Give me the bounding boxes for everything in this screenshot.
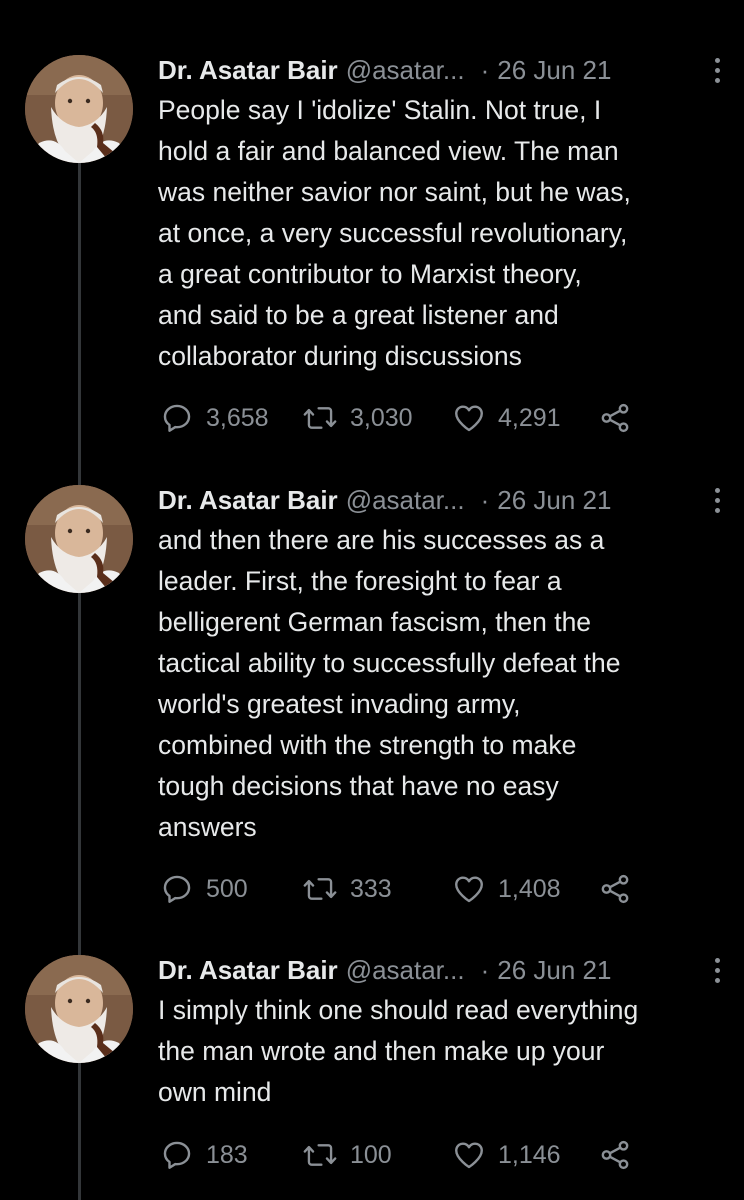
like-icon xyxy=(455,876,483,903)
avatar[interactable] xyxy=(25,55,133,163)
tweet-thread: Dr. Asatar Bair @asatar... · 26 Jun 21 P… xyxy=(0,0,744,1200)
like-button[interactable]: 1,146 xyxy=(452,1135,561,1175)
reply-count: 3,658 xyxy=(206,403,269,432)
author-name[interactable]: Dr. Asatar Bair xyxy=(158,55,338,86)
more-options-icon[interactable] xyxy=(706,955,728,985)
tweet-actions: 500 333 1,408 xyxy=(158,869,638,909)
tweet-text: People say I 'idolize' Stalin. Not true,… xyxy=(158,95,631,371)
share-icon xyxy=(601,874,629,904)
avatar[interactable] xyxy=(25,485,133,593)
separator-dot: · xyxy=(480,54,490,85)
tweet-header: Dr. Asatar Bair @asatar... · 26 Jun 21 xyxy=(158,952,728,988)
like-count: 4,291 xyxy=(498,403,561,432)
share-button[interactable] xyxy=(598,398,632,438)
reply-button[interactable]: 183 xyxy=(160,1135,248,1175)
tweet-date[interactable]: 26 Jun 21 xyxy=(497,485,611,516)
like-icon xyxy=(455,405,483,432)
tweet-text: and then there are his successes as a le… xyxy=(158,525,621,842)
reply-button[interactable]: 3,658 xyxy=(160,398,269,438)
tweet-header: Dr. Asatar Bair @asatar... · 26 Jun 21 xyxy=(158,52,728,88)
like-count: 1,408 xyxy=(498,874,561,903)
tweet-text: I simply think one should read everythin… xyxy=(158,995,639,1107)
retweet-button[interactable]: 100 xyxy=(302,1135,392,1175)
like-button[interactable]: 1,408 xyxy=(452,869,561,909)
like-count: 1,146 xyxy=(498,1140,561,1169)
retweet-count: 3,030 xyxy=(350,403,413,432)
tweet-date[interactable]: 26 Jun 21 xyxy=(497,55,611,86)
tweet[interactable]: Dr. Asatar Bair @asatar... · 26 Jun 21 a… xyxy=(0,470,744,930)
author-name[interactable]: Dr. Asatar Bair xyxy=(158,485,338,516)
author-handle[interactable]: @asatar... xyxy=(346,485,465,516)
tweet[interactable]: Dr. Asatar Bair @asatar... · 26 Jun 21 I… xyxy=(0,940,744,1200)
retweet-button[interactable]: 3,030 xyxy=(302,398,413,438)
tweet[interactable]: Dr. Asatar Bair @asatar... · 26 Jun 21 P… xyxy=(0,40,744,460)
avatar[interactable] xyxy=(25,955,133,1063)
share-button[interactable] xyxy=(598,869,632,909)
separator-dot: · xyxy=(480,954,490,985)
tweet-actions: 3,658 3,030 4,291 xyxy=(158,398,638,438)
author-name[interactable]: Dr. Asatar Bair xyxy=(158,955,338,986)
share-button[interactable] xyxy=(598,1135,632,1175)
retweet-count: 333 xyxy=(350,874,392,903)
more-options-icon[interactable] xyxy=(706,55,728,85)
reply-count: 183 xyxy=(206,1140,248,1169)
reply-icon xyxy=(163,875,191,903)
retweet-count: 100 xyxy=(350,1140,392,1169)
separator-dot: · xyxy=(480,484,490,515)
more-options-icon[interactable] xyxy=(706,485,728,515)
reply-button[interactable]: 500 xyxy=(160,869,248,909)
tweet-actions: 183 100 1,146 xyxy=(158,1135,638,1175)
share-icon xyxy=(601,1140,629,1170)
retweet-button[interactable]: 333 xyxy=(302,869,392,909)
author-handle[interactable]: @asatar... xyxy=(346,955,465,986)
reply-count: 500 xyxy=(206,874,248,903)
like-icon xyxy=(455,1142,483,1169)
tweet-header: Dr. Asatar Bair @asatar... · 26 Jun 21 xyxy=(158,482,728,518)
like-button[interactable]: 4,291 xyxy=(452,398,561,438)
reply-icon xyxy=(163,1141,191,1169)
reply-icon xyxy=(163,404,191,432)
retweet-icon xyxy=(303,407,337,429)
retweet-icon xyxy=(303,1144,337,1166)
tweet-date[interactable]: 26 Jun 21 xyxy=(497,955,611,986)
share-icon xyxy=(601,403,629,433)
author-handle[interactable]: @asatar... xyxy=(346,55,465,86)
retweet-icon xyxy=(303,878,337,900)
